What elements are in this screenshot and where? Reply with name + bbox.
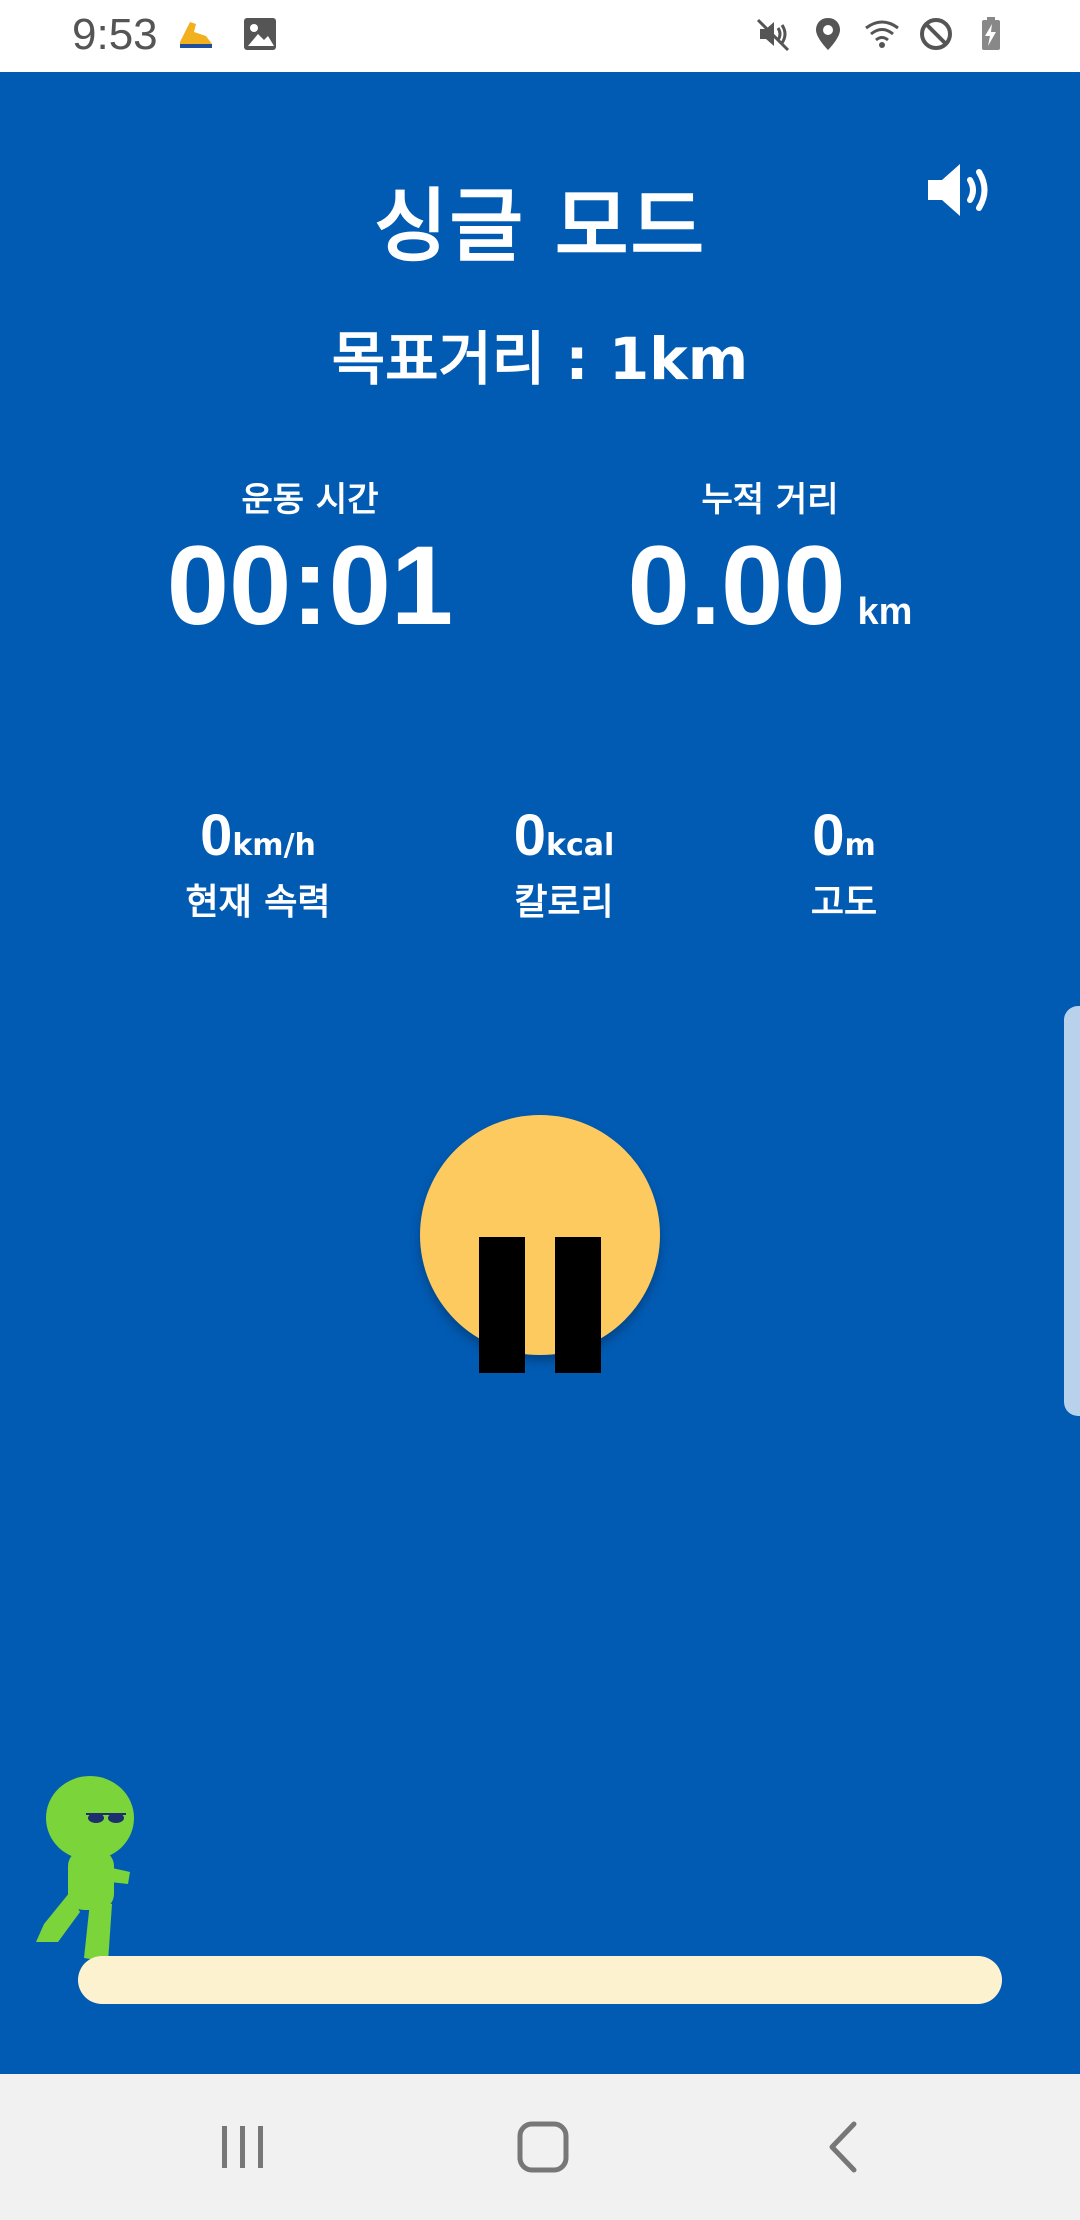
calorie-label: 칼로리 <box>514 882 614 923</box>
pause-button[interactable] <box>420 1115 660 1373</box>
altitude-unit: m <box>844 828 876 863</box>
distance-label: 누적 거리 <box>701 480 839 520</box>
screen: 9:53 싱글 모드 목표거리: 1km 운동 시간 00:01 누적 거리 … <box>0 0 1080 2220</box>
distance-value-line: 0.00 km <box>540 527 1000 645</box>
altitude-value: 0 <box>812 803 845 868</box>
target-distance: 목표거리 : 1km <box>331 325 749 393</box>
status-time: 9:53 <box>72 10 158 59</box>
workout-time-stat: 운동 시간 00:01 <box>80 472 540 645</box>
distance-stat: 누적 거리 0.00 km <box>540 472 1000 645</box>
system-nav-bar <box>0 2074 1080 2220</box>
volume-icon[interactable] <box>926 160 996 220</box>
recent-apps-icon[interactable] <box>208 2112 278 2182</box>
workout-time-label: 운동 시간 <box>241 480 379 520</box>
speed-stat: 0km/h 현재 속력 <box>128 802 388 925</box>
speed-value: 0 <box>200 803 233 868</box>
mute-icon <box>754 14 794 54</box>
location-icon <box>808 14 848 54</box>
main-panel: 싱글 모드 목표거리 : 1km 운동 시간 00:01 누적 거리 0.00 k… <box>0 72 1080 2074</box>
speed-unit: km/h <box>232 828 316 863</box>
altitude-label: 고도 <box>810 882 878 923</box>
edge-panel-handle[interactable] <box>1064 1006 1080 1416</box>
dnd-icon <box>916 14 956 54</box>
calorie-value: 0 <box>513 803 546 868</box>
home-icon[interactable] <box>508 2112 578 2182</box>
runner-character-icon <box>30 1772 140 1962</box>
shoe-icon <box>176 14 216 54</box>
altitude-stat: 0m 고도 <box>714 802 974 925</box>
speed-label: 현재 속력 <box>185 882 331 923</box>
image-icon <box>240 14 280 54</box>
status-bar: 9:53 <box>0 0 1080 72</box>
calorie-unit: kcal <box>546 828 615 863</box>
distance-unit: km <box>857 591 913 633</box>
page-title: 싱글 모드 <box>373 180 707 273</box>
distance-progress-track <box>78 1956 1002 2004</box>
back-icon[interactable] <box>810 2112 880 2182</box>
distance-value: 0.00 <box>627 523 846 648</box>
battery-charging-icon <box>970 14 1010 54</box>
wifi-icon <box>862 14 902 54</box>
calorie-stat: 0kcal 칼로리 <box>434 802 694 925</box>
workout-time-value: 00:01 <box>166 523 454 648</box>
